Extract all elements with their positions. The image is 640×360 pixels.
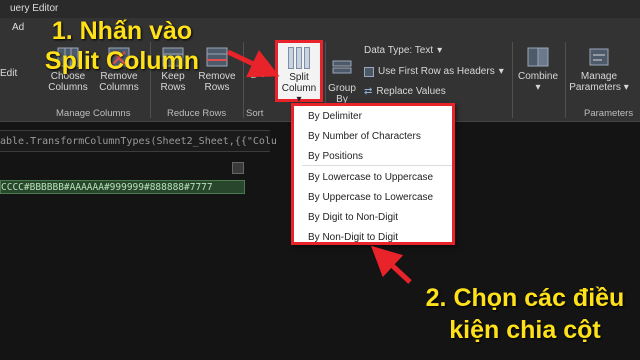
- step1-line1: 1. Nhấn vào: [51, 17, 193, 45]
- step2-line2: kiện chia cột: [449, 316, 601, 344]
- step1-callout: 1. Nhấn vào Split Column: [24, 16, 220, 76]
- arrow-to-split-button: [226, 49, 280, 78]
- step1-line2: Split Column: [44, 47, 200, 75]
- step2-callout: 2. Chọn các điều kiện chia cột: [412, 282, 638, 346]
- step2-line1: 2. Chọn các điều: [425, 284, 625, 312]
- arrow-to-split-menu: [371, 245, 412, 284]
